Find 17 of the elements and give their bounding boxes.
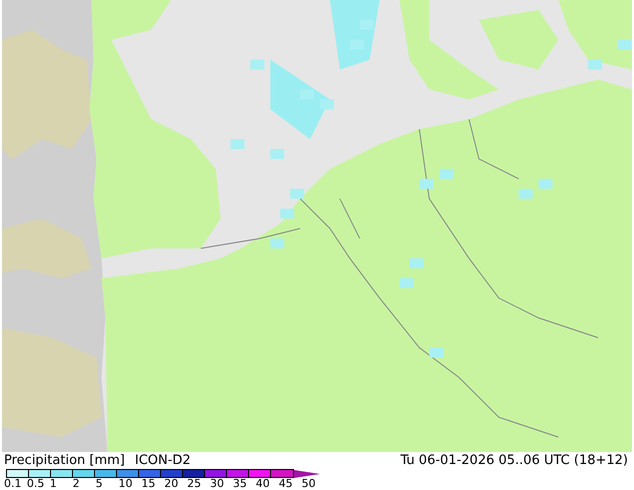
scale-label: 2 (72, 478, 81, 490)
scale-label: 30 (210, 478, 226, 490)
scale-label: 50 (302, 478, 317, 490)
scale-label: 1 (50, 478, 58, 490)
model-name: ICON-D2 (134, 453, 191, 468)
scale-label: 0.1 (4, 478, 22, 490)
scale-label: 25 (187, 478, 202, 490)
legend-title: Precipitation [mm] (4, 453, 125, 468)
scale-label: 45 (278, 478, 294, 490)
valid-time: Tu 06-01-2026 05..06 UTC (18+12) (400, 453, 629, 468)
scale-label: 0.5 (26, 478, 46, 490)
scale-label: 15 (141, 478, 156, 490)
scale-label: 5 (96, 478, 104, 490)
scale-label: 40 (256, 478, 271, 490)
scale-label: 10 (118, 478, 134, 490)
scale-label: 20 (164, 478, 180, 490)
scale-label: 35 (232, 478, 248, 490)
